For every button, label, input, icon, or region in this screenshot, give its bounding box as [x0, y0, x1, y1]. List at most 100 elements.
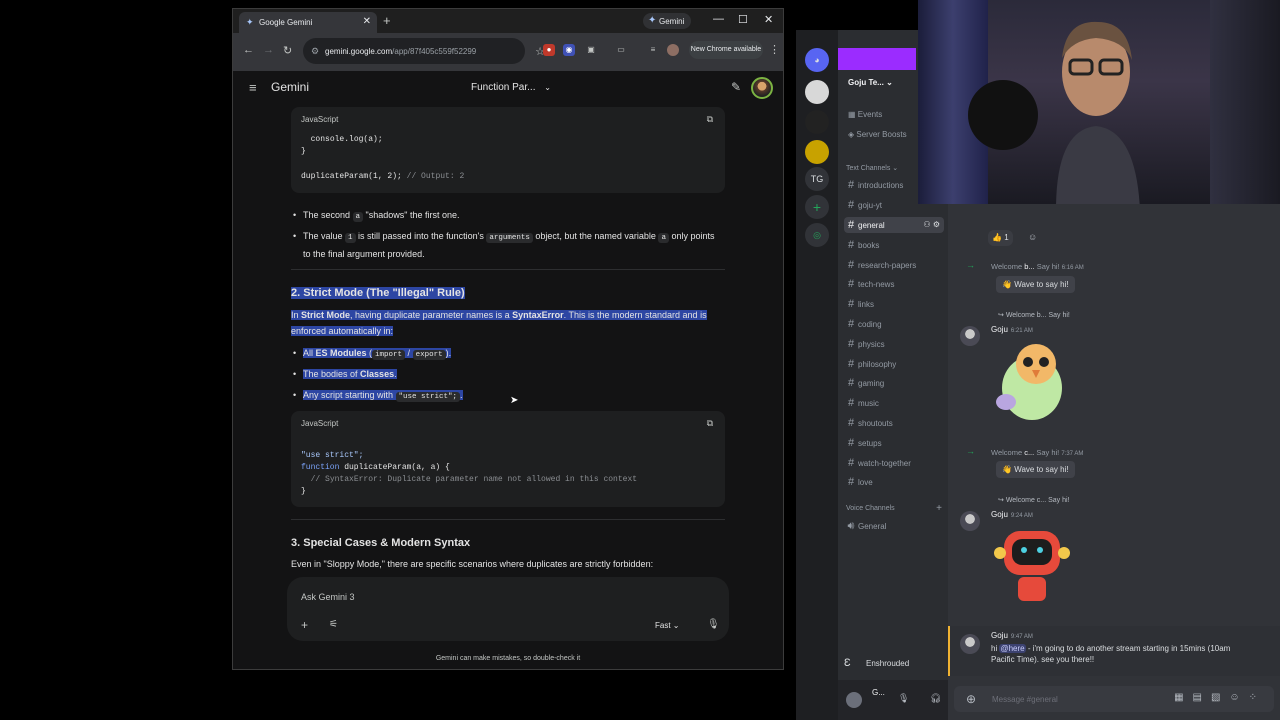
disclaimer: Gemini can make mistakes, so double-chec…: [435, 655, 581, 662]
code-line: "use strict";: [301, 451, 364, 460]
add-server-icon[interactable]: +: [805, 195, 829, 219]
channel-gaming[interactable]: # gaming: [844, 375, 944, 391]
tab-gemini[interactable]: ✦ Google Gemini ✕: [239, 12, 377, 33]
voice-channels-category[interactable]: Voice Channels +: [846, 503, 942, 514]
back-icon[interactable]: ←: [243, 44, 254, 56]
code-language: JavaScript: [301, 419, 339, 428]
microphone-icon[interactable]: 🎙: [707, 619, 720, 630]
game-icon: Ɛ: [844, 657, 851, 669]
add-attachment-icon[interactable]: +: [301, 618, 308, 632]
reply-reference[interactable]: ↪ Welcome c... Say hi!: [998, 496, 1069, 504]
channel-links[interactable]: # links: [844, 296, 944, 312]
username: G...: [872, 688, 885, 697]
cast-icon[interactable]: ▭: [615, 44, 627, 56]
forward-icon[interactable]: →: [263, 44, 274, 56]
minimize-icon[interactable]: —: [713, 13, 724, 25]
reading-list-icon[interactable]: ≡: [647, 44, 659, 56]
channel-philosophy[interactable]: # philosophy: [844, 356, 944, 372]
model-mode-dropdown[interactable]: Fast ⌄: [655, 621, 680, 630]
avatar[interactable]: [846, 692, 862, 708]
reaction[interactable]: 👍 1: [988, 230, 1013, 246]
app-title: Gemini: [271, 80, 310, 94]
menu-icon[interactable]: ≡: [249, 80, 257, 95]
message-author[interactable]: Goju 9:47 AM: [991, 631, 1033, 640]
channel-research-papers[interactable]: # research-papers: [844, 257, 944, 273]
avatar[interactable]: [960, 326, 980, 346]
server-name[interactable]: Goju Te... ⌄: [848, 78, 893, 87]
server-icon[interactable]: [805, 80, 829, 104]
gemini-header: ≡ Gemini Function Par... ⌄ ✎: [233, 71, 783, 105]
extension-record-icon[interactable]: ●: [543, 44, 555, 56]
reply-reference[interactable]: ↪ Welcome b... Say hi!: [998, 311, 1070, 319]
wave-button[interactable]: 👋 Wave to say hi!: [996, 461, 1075, 478]
message-author[interactable]: Goju 6:21 AM: [991, 325, 1033, 334]
extension-translate-icon[interactable]: ◉: [563, 44, 575, 56]
site-info-icon[interactable]: ⚙: [311, 46, 319, 57]
message-input[interactable]: ⊕ Message #general ▦▤▧☺⁘: [954, 686, 1274, 712]
channel-love[interactable]: # love: [844, 474, 944, 490]
add-channel-icon[interactable]: +: [936, 503, 942, 514]
tools-icon[interactable]: ⚟: [329, 619, 338, 630]
tab-bar: ✦ Google Gemini ✕ + ✦ Gemini — ☐ ✕: [233, 9, 783, 33]
new-tab-icon[interactable]: +: [383, 13, 391, 28]
avatar[interactable]: [960, 511, 980, 531]
input-tools-icons[interactable]: ▦▤▧☺⁘: [1174, 692, 1266, 703]
profile-avatar-icon[interactable]: [667, 44, 679, 56]
chrome-menu-icon[interactable]: ⋮: [769, 43, 780, 56]
gemini-button[interactable]: ✦ Gemini: [643, 13, 691, 29]
new-chat-icon[interactable]: ✎: [731, 80, 741, 94]
code-line: duplicateParam(1, 2); // Output: 2: [301, 172, 465, 181]
chevron-down-icon: ⌄: [886, 78, 893, 87]
close-tab-icon[interactable]: ✕: [363, 16, 371, 27]
extensions-puzzle-icon[interactable]: ▣: [585, 44, 597, 56]
system-message: Welcome b... Say hi! 6:16 AM: [991, 262, 1084, 271]
server-boosts-item[interactable]: ◈ Server Boosts: [848, 130, 907, 139]
speaker-icon: 🔊︎: [847, 520, 855, 532]
join-arrow-icon: →: [966, 446, 975, 456]
channel-general[interactable]: # general ⚇ ⚙: [844, 217, 944, 233]
code-block-1: JavaScript ⧉ console.log(a); } duplicate…: [291, 107, 725, 193]
channel-settings-icon[interactable]: ⚇ ⚙: [923, 217, 940, 233]
server-icon[interactable]: [805, 140, 829, 164]
curtain-image: [1210, 0, 1280, 204]
channel-books[interactable]: # books: [844, 237, 944, 253]
avatar[interactable]: [751, 77, 773, 99]
server-icon[interactable]: [805, 110, 829, 134]
channel-music[interactable]: # music: [844, 395, 944, 411]
gemini-button-label: Gemini: [659, 17, 685, 26]
copy-code-icon[interactable]: ⧉: [707, 418, 713, 429]
voice-channel-general[interactable]: 🔊︎ General: [844, 518, 944, 534]
upload-plus-icon[interactable]: ⊕: [966, 692, 976, 706]
server-tg[interactable]: TG: [805, 167, 829, 191]
channel-watch-together[interactable]: # watch-together: [844, 455, 944, 471]
channel-coding[interactable]: # coding: [844, 316, 944, 332]
add-reaction-icon[interactable]: ☺: [1028, 232, 1037, 242]
close-window-icon[interactable]: ✕: [764, 13, 773, 26]
channel-physics[interactable]: # physics: [844, 336, 944, 352]
system-message: Welcome c... Say hi! 7:37 AM: [991, 448, 1084, 457]
wave-button[interactable]: 👋 Wave to say hi!: [996, 276, 1075, 293]
text-channels-category[interactable]: Text Channels ⌄: [846, 164, 898, 172]
headphones-icon[interactable]: 🎧︎: [930, 693, 941, 704]
events-item[interactable]: ▦ Events: [848, 110, 882, 119]
message-placeholder: Message #general: [992, 695, 1058, 704]
microphone-icon[interactable]: 🎙︎: [898, 693, 909, 704]
discord-home-icon[interactable]: ◕: [805, 48, 829, 72]
prompt-input[interactable]: Ask Gemini 3: [301, 592, 355, 602]
new-chrome-available-button[interactable]: New Chrome available: [689, 41, 763, 59]
avatar[interactable]: [960, 634, 980, 654]
channel-shoutouts[interactable]: # shoutouts: [844, 415, 944, 431]
code-block-2: JavaScript ⧉ "use strict"; function dupl…: [291, 411, 725, 507]
prompt-box[interactable]: Ask Gemini 3 + ⚟ Fast ⌄ 🎙: [287, 577, 729, 641]
reload-icon[interactable]: ↻: [283, 44, 292, 57]
channel-tech-news[interactable]: # tech-news: [844, 276, 944, 292]
omnibox[interactable]: ⚙ gemini.google.com/app/87f405c559f52299…: [303, 38, 545, 64]
gemini-sparkle-icon: ✦: [648, 15, 657, 26]
conversation-title-dropdown[interactable]: Function Par... ⌄: [471, 82, 551, 93]
maximize-icon[interactable]: ☐: [738, 13, 748, 26]
explore-compass-icon[interactable]: ◎: [805, 223, 829, 247]
copy-code-icon[interactable]: ⧉: [707, 114, 713, 125]
code-line: function duplicateParam(a, a) {: [301, 463, 450, 472]
channel-setups[interactable]: # setups: [844, 435, 944, 451]
message-author[interactable]: Goju 9:24 AM: [991, 510, 1033, 519]
